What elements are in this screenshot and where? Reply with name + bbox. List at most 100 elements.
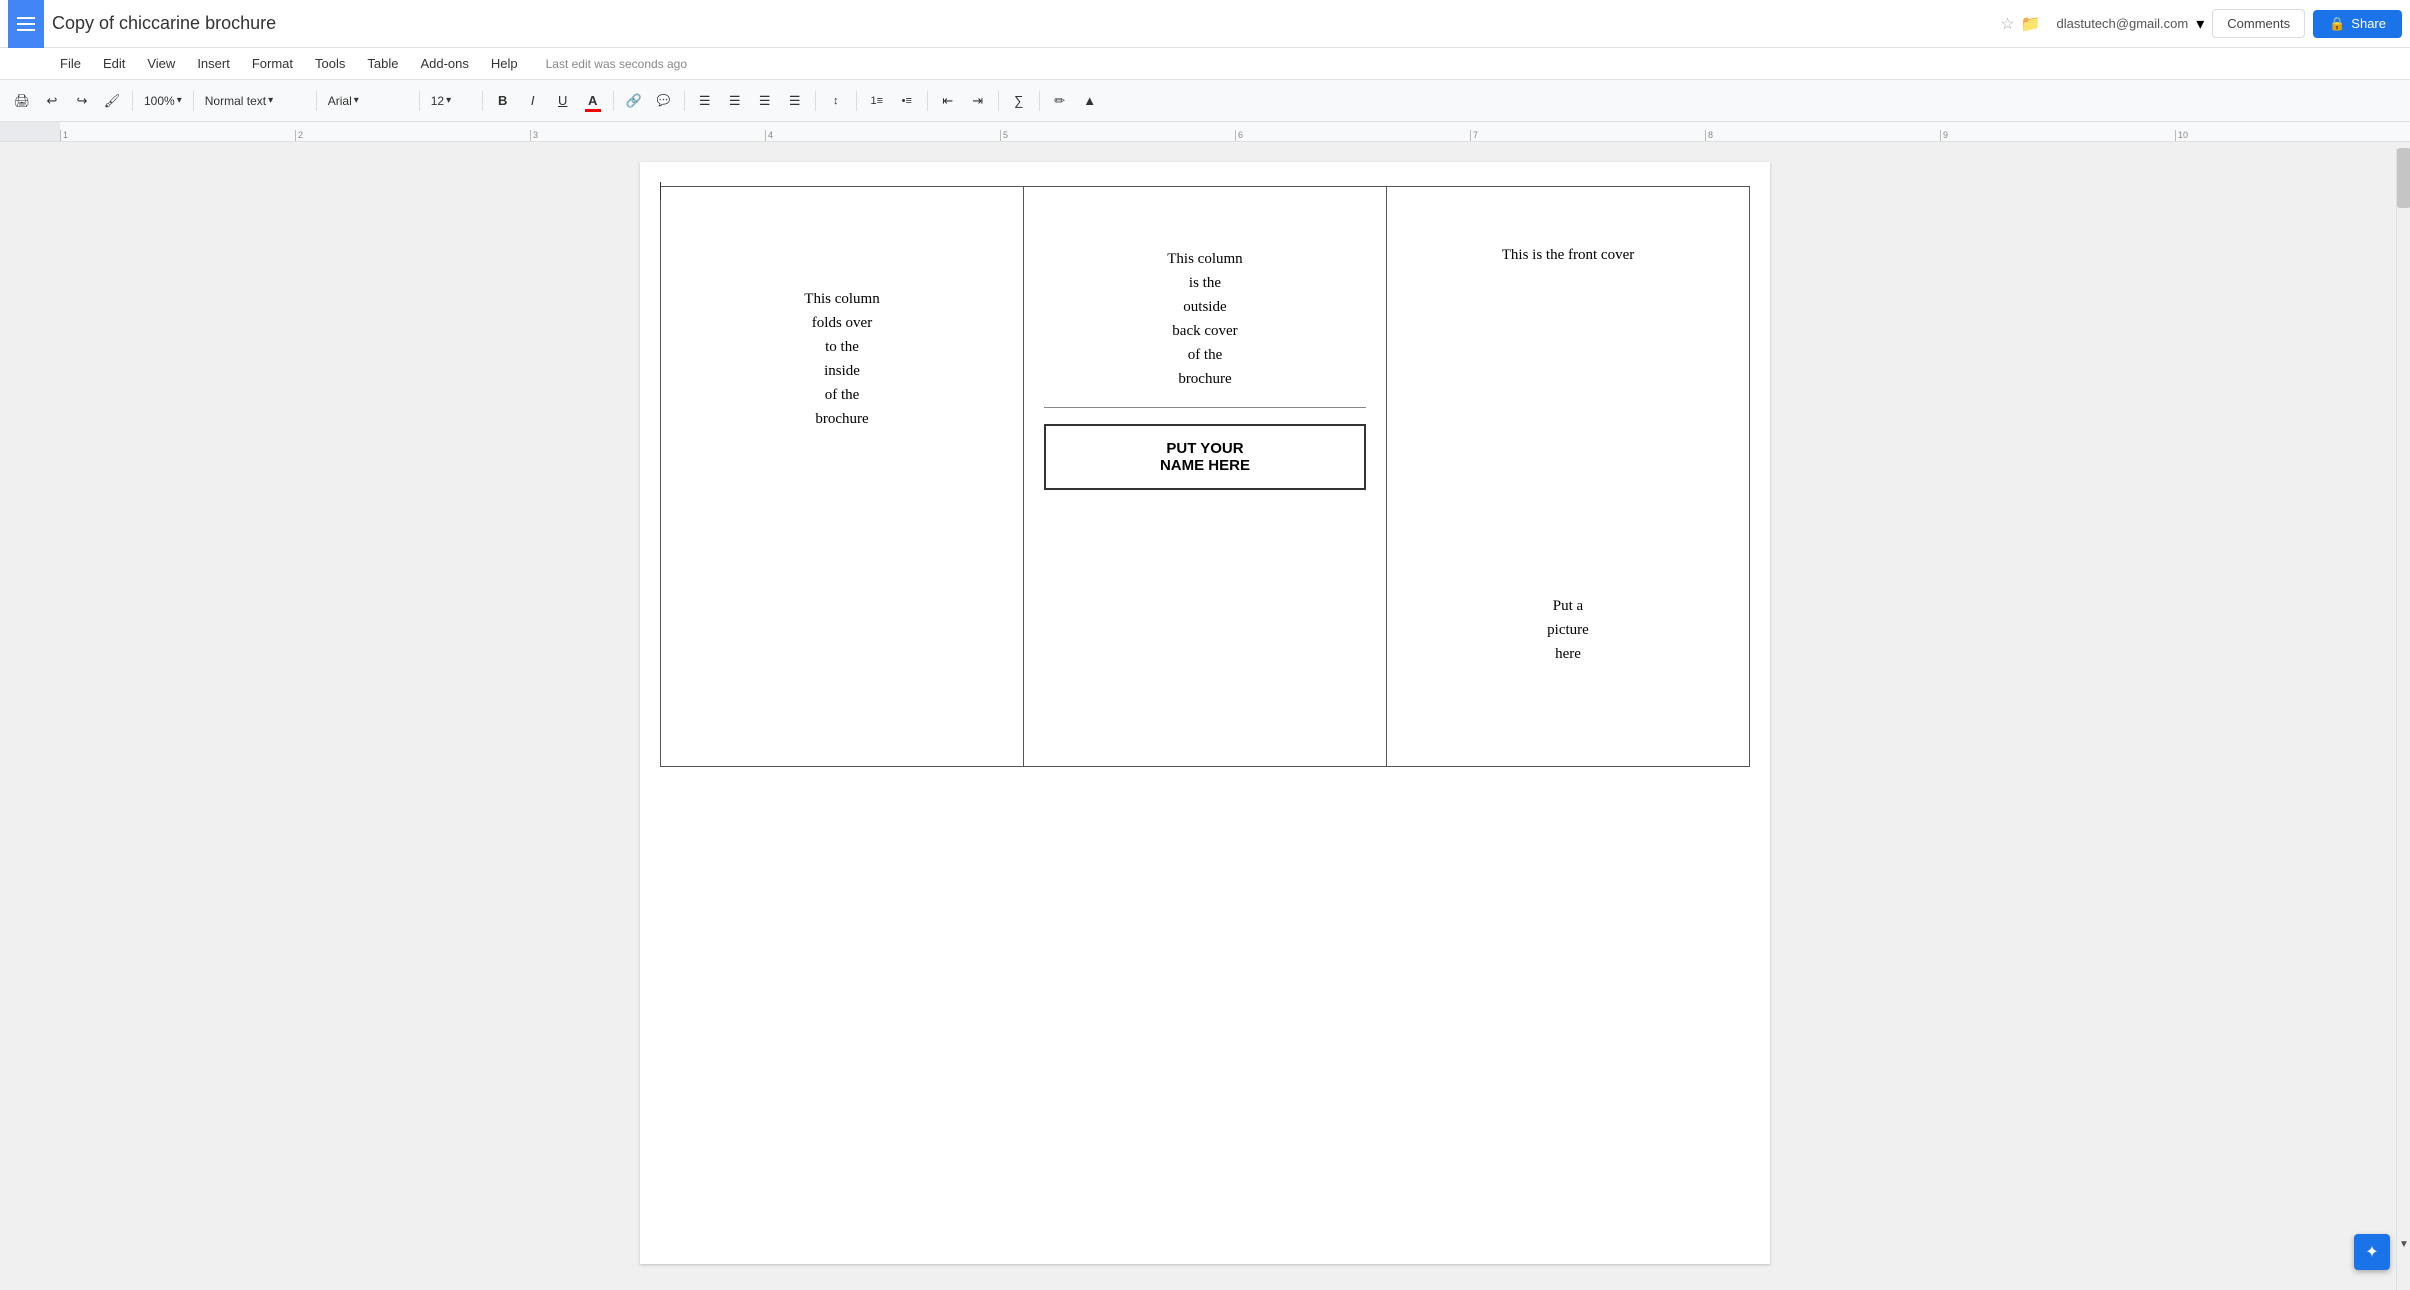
formula-button[interactable]: ∑ [1005, 87, 1033, 115]
bold-button[interactable]: B [489, 87, 517, 115]
document-area[interactable]: This columnfolds overto theinsideof theb… [0, 142, 2410, 1284]
align-center-icon: ☰ [729, 93, 741, 109]
separator-11 [998, 91, 999, 111]
text-style-dropdown[interactable]: Normal text ▾ [200, 88, 310, 114]
font-value: Arial [328, 94, 352, 108]
menu-bar: File Edit View Insert Format Tools Table… [0, 48, 2410, 80]
document-page[interactable]: This columnfolds overto theinsideof theb… [640, 162, 1770, 1264]
user-dropdown-icon[interactable]: ▾ [2196, 14, 2204, 34]
ruler-mark: 6 [1235, 130, 1470, 142]
font-dropdown[interactable]: Arial ▾ [323, 88, 413, 114]
ai-assistant-button[interactable]: ✦ [2354, 1234, 2390, 1270]
separator-3 [316, 91, 317, 111]
print-icon: 🖨 [14, 93, 31, 109]
ruler-mark: 7 [1470, 130, 1705, 142]
table-cell-col3[interactable]: This is the front cover Put apicturehere [1386, 187, 1749, 767]
toolbar: 🖨 ↩ ↪ 🖌 100% ▾ Normal text ▾ Arial ▾ 12 … [0, 80, 2410, 122]
share-lock-icon: 🔒 [2329, 16, 2345, 32]
ai-icon: ✦ [2365, 1242, 2378, 1262]
scroll-down-arrow[interactable]: ▼ [2397, 1239, 2410, 1250]
separator-4 [419, 91, 420, 111]
text-color-bar [585, 109, 601, 112]
formula-icon: ∑ [1014, 93, 1023, 108]
collapse-toolbar-button[interactable]: ▲ [1076, 87, 1104, 115]
col2-name-box[interactable]: PUT YOURNAME HERE [1044, 424, 1366, 490]
redo-button[interactable]: ↪ [68, 87, 96, 115]
col3-content: This is the front cover Put apicturehere [1407, 207, 1729, 746]
numbered-list-icon: 1≡ [870, 95, 883, 107]
zoom-select[interactable]: 100% ▾ [139, 88, 187, 114]
line-spacing-button[interactable]: ↕ [822, 87, 850, 115]
underline-icon: U [558, 93, 567, 108]
pen-button[interactable]: ✏ [1046, 87, 1074, 115]
numbered-list-button[interactable]: 1≡ [863, 87, 891, 115]
underline-button[interactable]: U [549, 87, 577, 115]
table-cell-col1[interactable]: This columnfolds overto theinsideof theb… [661, 187, 1024, 767]
decrease-indent-button[interactable]: ⇤ [934, 87, 962, 115]
star-icon[interactable]: ☆ [2000, 14, 2014, 34]
menu-addons[interactable]: Add-ons [410, 52, 478, 75]
font-size-arrow: ▾ [446, 95, 451, 106]
menu-help[interactable]: Help [481, 52, 528, 75]
ruler-mark: 2 [295, 130, 530, 142]
undo-button[interactable]: ↩ [38, 87, 66, 115]
link-button[interactable]: 🔗 [620, 87, 648, 115]
print-button[interactable]: 🖨 [8, 87, 36, 115]
comment-icon: 💬 [657, 94, 671, 107]
separator-8 [815, 91, 816, 111]
text-style-value: Normal text [205, 94, 266, 108]
separator-9 [856, 91, 857, 111]
paint-format-icon: 🖌 [104, 93, 121, 109]
bulleted-list-button[interactable]: •≡ [893, 87, 921, 115]
table-row: This columnfolds overto theinsideof theb… [661, 187, 1750, 767]
text-color-button[interactable]: A [579, 87, 607, 115]
scroll-thumb[interactable] [2397, 148, 2410, 208]
menu-tools[interactable]: Tools [305, 52, 355, 75]
collapse-icon: ▲ [1083, 93, 1096, 108]
menu-table[interactable]: Table [357, 52, 408, 75]
last-edit-status: Last edit was seconds ago [546, 57, 687, 71]
align-left-icon: ☰ [699, 93, 711, 109]
align-left-button[interactable]: ☰ [691, 87, 719, 115]
ruler-mark: 9 [1940, 130, 2175, 142]
separator-10 [927, 91, 928, 111]
separator-6 [613, 91, 614, 111]
title-actions: ☆ 📁 [2000, 14, 2040, 34]
font-size-dropdown[interactable]: 12 ▾ [426, 88, 476, 114]
bulleted-list-icon: •≡ [902, 95, 912, 107]
brochure-table[interactable]: This columnfolds overto theinsideof theb… [660, 186, 1750, 767]
redo-icon: ↪ [77, 93, 88, 109]
comment-button[interactable]: 💬 [650, 87, 678, 115]
col2-content: This columnis theoutsideback coverof the… [1044, 207, 1366, 746]
increase-indent-button[interactable]: ⇥ [964, 87, 992, 115]
menu-insert[interactable]: Insert [187, 52, 240, 75]
separator-5 [482, 91, 483, 111]
folder-icon[interactable]: 📁 [2021, 14, 2041, 34]
comments-button[interactable]: Comments [2212, 9, 2305, 38]
undo-icon: ↩ [47, 93, 58, 109]
ruler-marks: 1 2 3 4 5 6 7 8 9 10 [60, 130, 2410, 142]
menu-format[interactable]: Format [242, 52, 303, 75]
user-info: dlastutech@gmail.com ▾ Comments 🔒 Share [2057, 9, 2402, 38]
align-right-button[interactable]: ☰ [751, 87, 779, 115]
menu-file[interactable]: File [50, 52, 91, 75]
decrease-indent-icon: ⇤ [942, 93, 953, 109]
align-center-button[interactable]: ☰ [721, 87, 749, 115]
menu-edit[interactable]: Edit [93, 52, 135, 75]
paint-format-button[interactable]: 🖌 [98, 87, 126, 115]
share-button[interactable]: 🔒 Share [2313, 10, 2402, 38]
text-cursor [660, 182, 661, 200]
align-justify-button[interactable]: ☰ [781, 87, 809, 115]
table-cell-col2[interactable]: This columnis theoutsideback coverof the… [1023, 187, 1386, 767]
top-bar: Copy of chiccarine brochure ☆ 📁 dlastute… [0, 0, 2410, 48]
text-style-arrow: ▾ [268, 95, 273, 106]
ruler-mark: 4 [765, 130, 1000, 142]
ruler-mark: 10 [2175, 130, 2410, 142]
ruler-mark: 3 [530, 130, 765, 142]
app-menu-button[interactable] [8, 0, 44, 48]
scrollbar[interactable]: ▼ [2396, 148, 2410, 1290]
italic-button[interactable]: I [519, 87, 547, 115]
text-color-icon: A [588, 93, 597, 108]
col3-front-text: This is the front cover [1502, 247, 1634, 264]
menu-view[interactable]: View [137, 52, 185, 75]
